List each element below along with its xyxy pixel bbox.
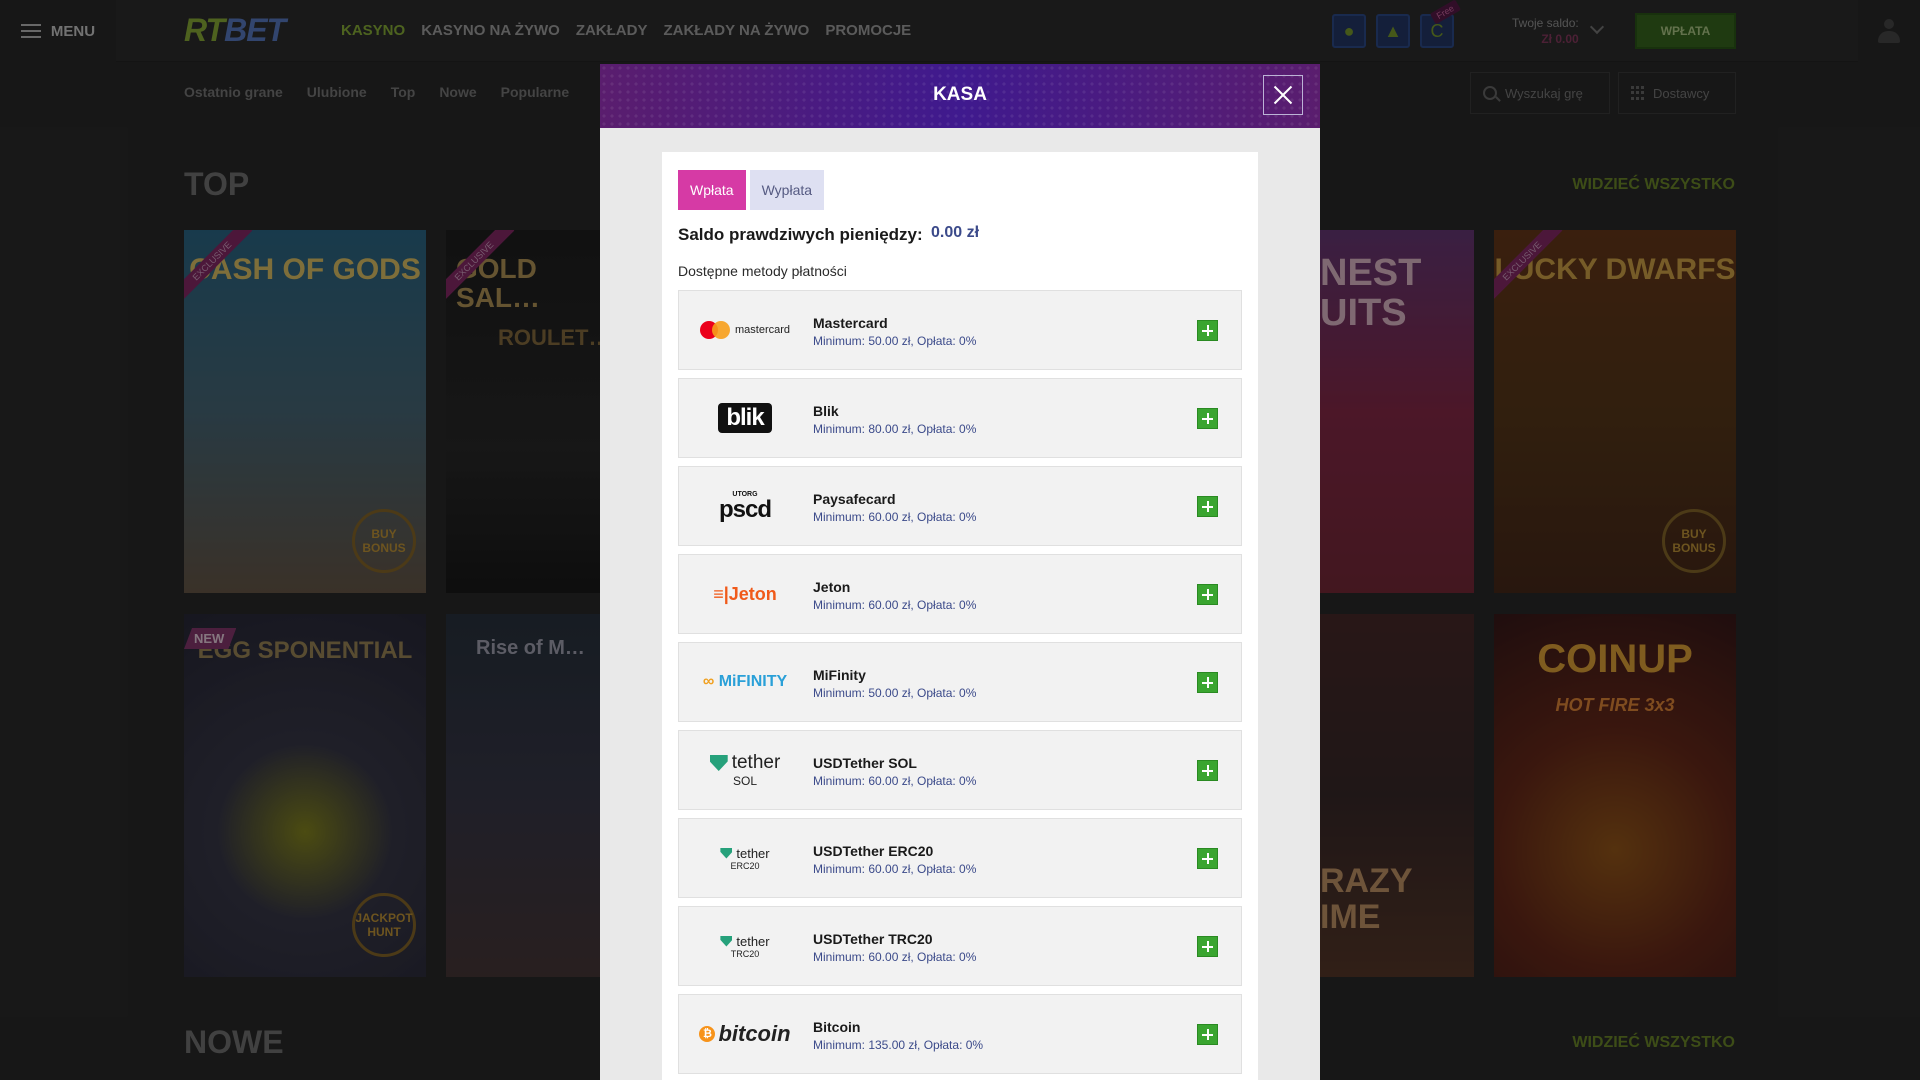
plus-icon[interactable] bbox=[1197, 1024, 1218, 1045]
tether-erc20-logo: tether ERC20 bbox=[687, 829, 803, 887]
plus-icon[interactable] bbox=[1197, 672, 1218, 693]
method-name: Bitcoin bbox=[813, 1019, 861, 1035]
mastercard-circles-icon bbox=[699, 321, 730, 339]
jeton-mark-icon: ≡| bbox=[713, 583, 729, 604]
plus-icon[interactable] bbox=[1197, 760, 1218, 781]
bitcoin-icon: ₿ bbox=[699, 1026, 716, 1042]
tether-icon bbox=[720, 935, 733, 947]
method-info: Minimum: 50.00 zł, Opłata: 0% bbox=[813, 334, 977, 348]
cashier-tabs: Wpłata Wypłata bbox=[678, 170, 825, 210]
tether-trc20-logo: tether TRC20 bbox=[687, 917, 803, 975]
plus-icon[interactable] bbox=[1197, 320, 1218, 341]
payment-method-jeton[interactable]: ≡|Jeton Jeton Minimum: 60.00 zł, Opłata:… bbox=[678, 554, 1242, 634]
real-balance-value: 0.00 zł bbox=[931, 224, 980, 241]
method-info: Minimum: 60.00 zł, Opłata: 0% bbox=[813, 862, 977, 876]
method-info: Minimum: 60.00 zł, Opłata: 0% bbox=[813, 510, 977, 524]
mastercard-logo: mastercard bbox=[687, 301, 803, 359]
payment-method-usdt-trc20[interactable]: tether TRC20 USDTether TRC20 Minimum: 60.… bbox=[678, 906, 1242, 986]
plus-icon[interactable] bbox=[1197, 496, 1218, 517]
method-info: Minimum: 135.00 zł, Opłata: 0% bbox=[813, 1038, 984, 1052]
payment-methods-label: Dostępne metody płatności bbox=[678, 263, 847, 279]
method-name: Mastercard bbox=[813, 315, 888, 331]
bitcoin-logo: ₿ bitcoin bbox=[687, 1005, 803, 1063]
plus-icon[interactable] bbox=[1197, 848, 1218, 869]
jeton-logo: ≡|Jeton bbox=[713, 583, 777, 604]
payment-method-blik[interactable]: blik Blik Minimum: 80.00 zł, Opłata: 0% bbox=[678, 378, 1242, 458]
method-info: Minimum: 80.00 zł, Opłata: 0% bbox=[813, 422, 977, 436]
tether-icon bbox=[720, 847, 733, 859]
payment-method-usdt-erc20[interactable]: tether ERC20 USDTether ERC20 Minimum: 60.… bbox=[678, 818, 1242, 898]
real-balance-label: Saldo prawdziwych pieniędzy: bbox=[678, 225, 923, 244]
payment-method-bitcoin[interactable]: ₿ bitcoin Bitcoin Minimum: 135.00 zł, Opł… bbox=[678, 994, 1242, 1074]
method-info: Minimum: 50.00 zł, Opłata: 0% bbox=[813, 686, 977, 700]
close-icon[interactable] bbox=[1263, 75, 1303, 115]
method-info: Minimum: 60.00 zł, Opłata: 0% bbox=[813, 950, 977, 964]
method-info: Minimum: 60.00 zł, Opłata: 0% bbox=[813, 774, 977, 788]
blik-logo: blik bbox=[687, 389, 803, 447]
plus-icon[interactable] bbox=[1197, 408, 1218, 429]
paysafecard-logo: UTORG pscd bbox=[718, 490, 772, 523]
plus-icon[interactable] bbox=[1197, 584, 1218, 605]
cashier-modal: KASA Wpłata Wypłata Saldo prawdziwych pi… bbox=[600, 64, 1320, 1080]
payment-method-usdt-sol[interactable]: tether SOL USDTether SOL Minimum: 60.00 z… bbox=[678, 730, 1242, 810]
payment-method-paysafecard[interactable]: UTORG pscd Paysafecard Minimum: 60.00 zł,… bbox=[678, 466, 1242, 546]
cashier-panel: Wpłata Wypłata Saldo prawdziwych pienięd… bbox=[662, 152, 1258, 1080]
plus-icon[interactable] bbox=[1197, 936, 1218, 957]
method-name: Paysafecard bbox=[813, 491, 896, 507]
method-name: USDTether SOL bbox=[813, 755, 917, 771]
method-info: Minimum: 60.00 zł, Opłata: 0% bbox=[813, 598, 977, 612]
tab-withdraw[interactable]: Wypłata bbox=[749, 170, 825, 210]
modal-title: KASA bbox=[933, 84, 987, 105]
tether-icon bbox=[709, 755, 728, 771]
mifinity-logo: ∞ MiFINITY bbox=[702, 673, 788, 690]
payment-method-mastercard[interactable]: mastercard Mastercard Minimum: 50.00 zł,… bbox=[678, 290, 1242, 370]
method-name: USDTether TRC20 bbox=[813, 931, 933, 947]
modal-header: KASA bbox=[600, 64, 1320, 128]
payment-method-mifinity[interactable]: ∞ MiFINITY MiFinity Minimum: 50.00 zł, O… bbox=[678, 642, 1242, 722]
method-name: USDTether ERC20 bbox=[813, 843, 934, 859]
tab-deposit[interactable]: Wpłata bbox=[678, 170, 746, 210]
infinity-icon: ∞ bbox=[702, 673, 719, 690]
tether-sol-logo: tether SOL bbox=[687, 741, 803, 799]
method-name: Blik bbox=[813, 403, 839, 419]
method-name: MiFinity bbox=[813, 667, 866, 683]
method-name: Jeton bbox=[813, 579, 851, 595]
